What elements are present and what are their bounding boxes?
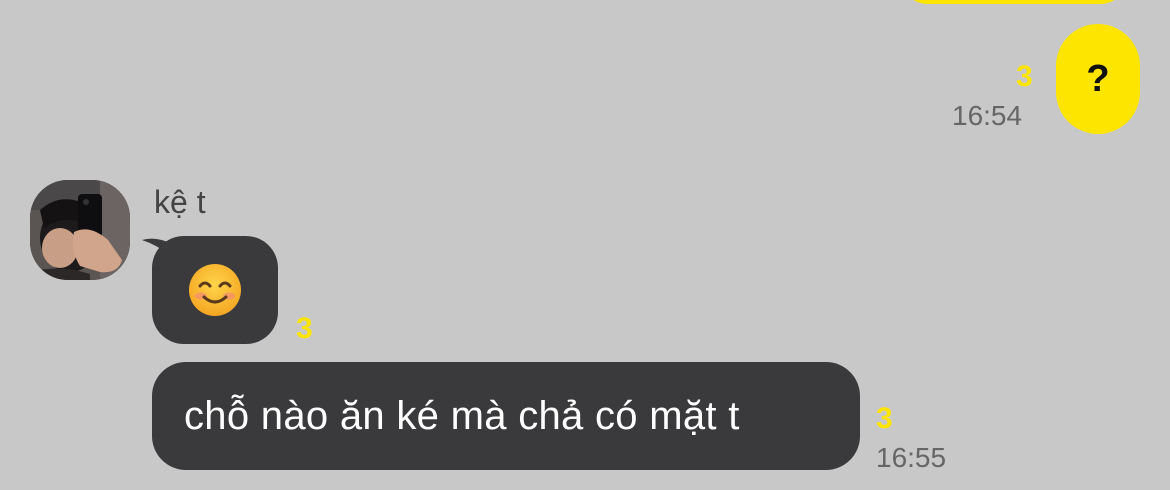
smiling-face-emoji-icon [189, 264, 241, 316]
message-text: ? [1086, 57, 1110, 100]
unread-count: 3 [296, 312, 313, 345]
incoming-message-bubble[interactable] [152, 236, 278, 344]
outgoing-message-bubble[interactable]: ? [1056, 24, 1140, 134]
profile-photo-icon [30, 180, 130, 280]
avatar[interactable] [30, 180, 130, 280]
message-text: chỗ nào ăn ké mà chả có mặt t [184, 393, 740, 438]
incoming-message-bubble[interactable]: chỗ nào ăn ké mà chả có mặt t [152, 362, 860, 470]
sender-name: kệ t [154, 184, 206, 220]
message-timestamp: 16:54 [952, 100, 1023, 131]
unread-count: 3 [1016, 60, 1033, 93]
outgoing-message-bubble-partial[interactable] [900, 0, 1128, 4]
message-timestamp: 16:55 [876, 442, 947, 473]
chat-thread: 3 16:54 ? kệ t 3 chỗ nào ăn ké mà chả có… [0, 0, 1170, 490]
unread-count: 3 [876, 402, 893, 435]
